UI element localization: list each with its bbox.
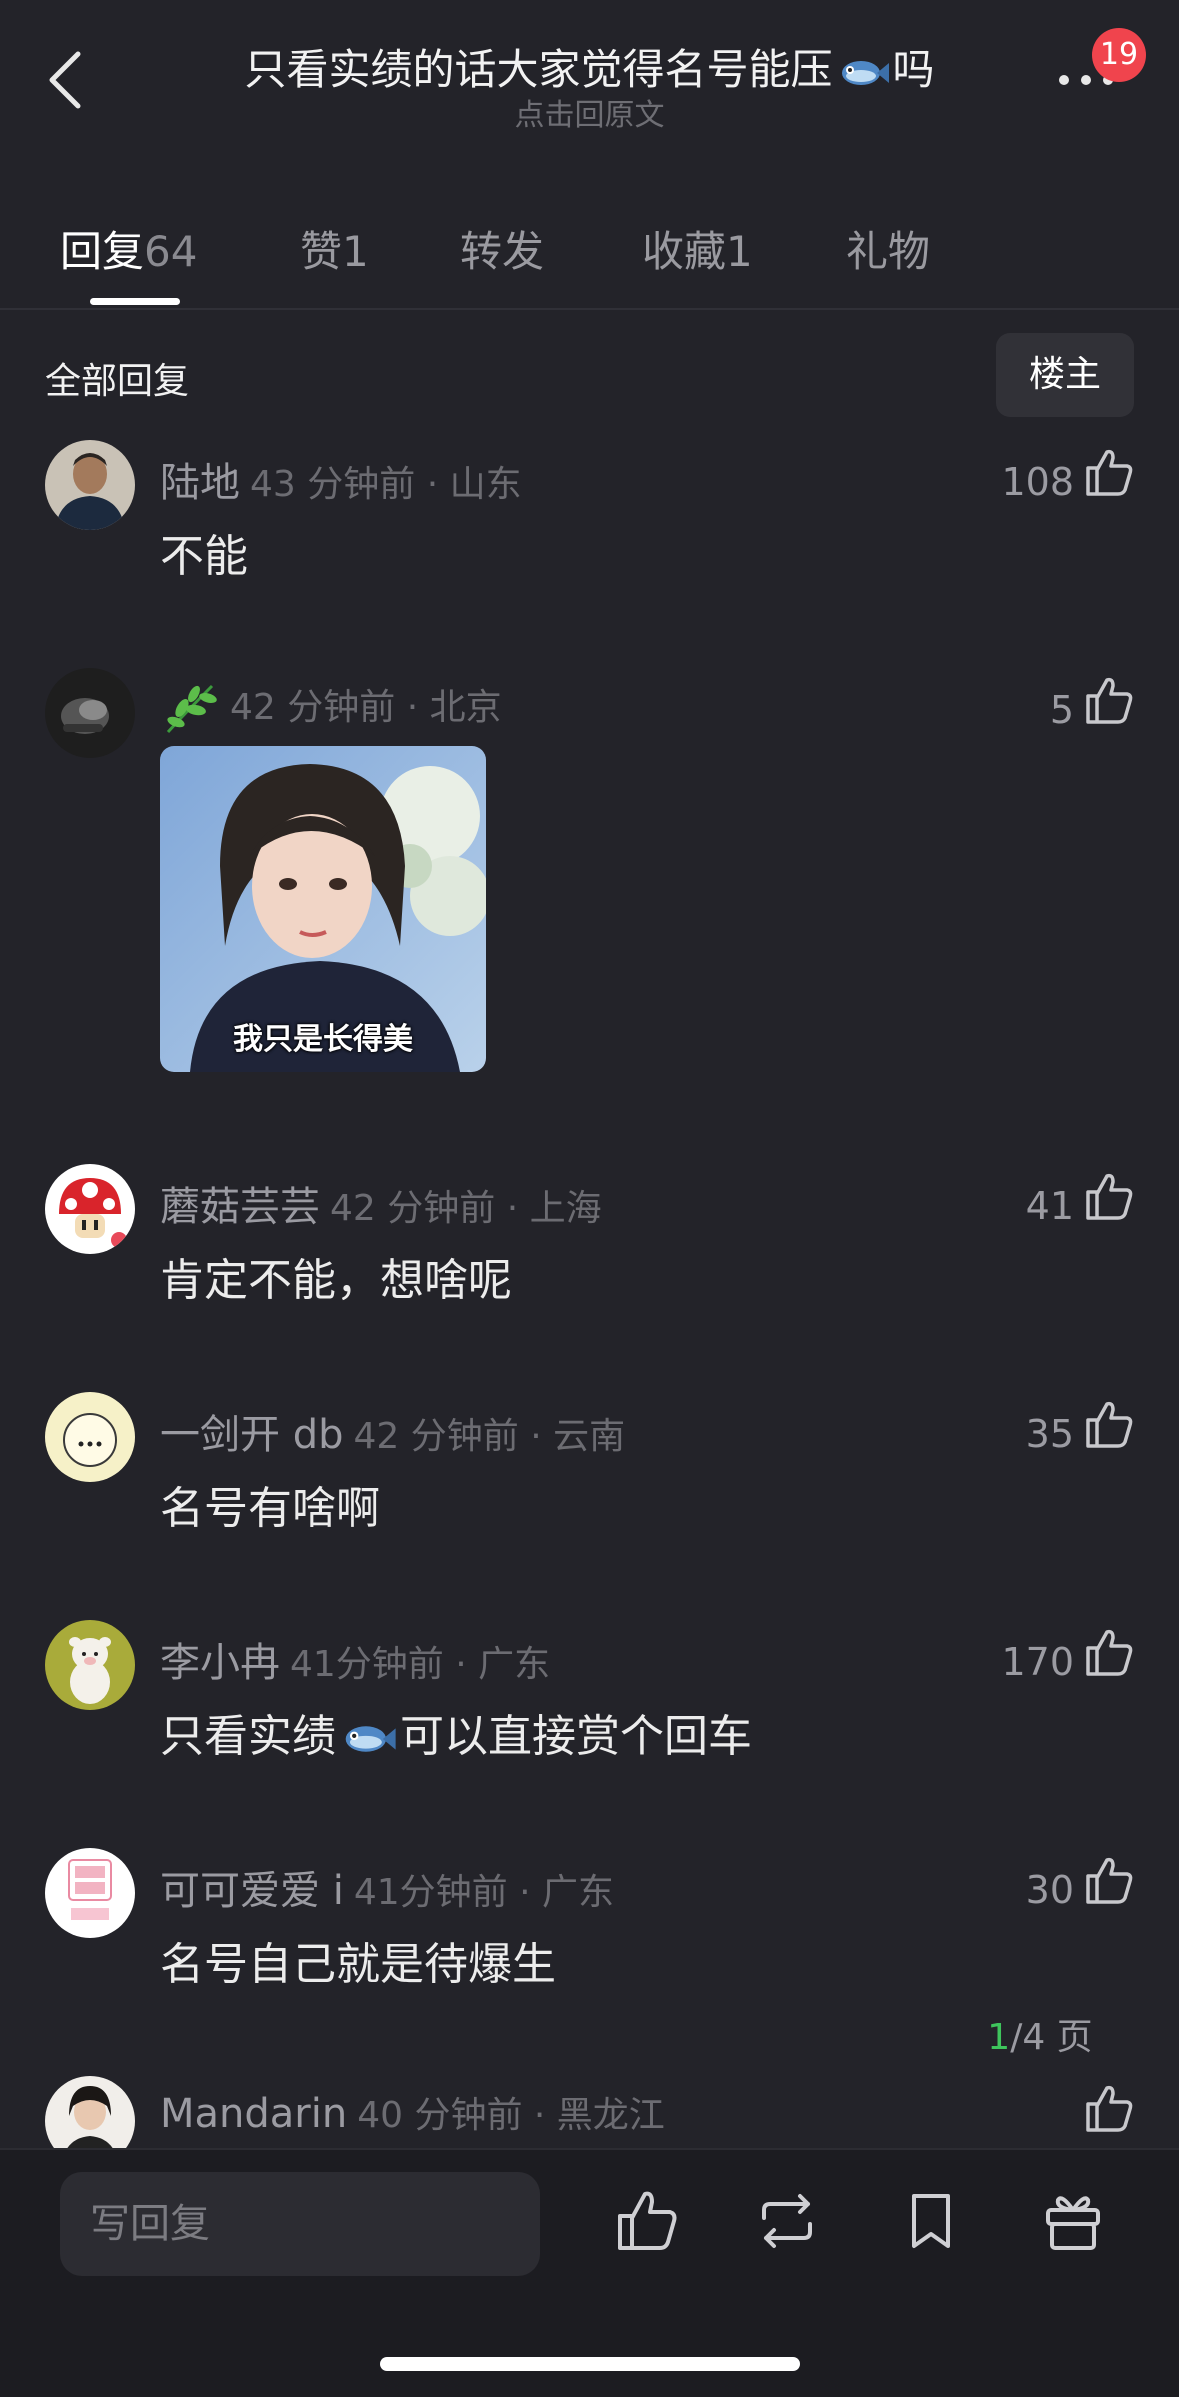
like-count: 108	[1001, 460, 1074, 504]
like-count: 35	[1025, 1412, 1074, 1456]
gift-icon[interactable]	[1040, 2188, 1106, 2254]
comment-meta: 42 分钟前 · 北京	[160, 678, 502, 736]
like-count: 30	[1025, 1868, 1074, 1912]
comment-time-location: 42 分钟前 · 上海	[330, 1188, 602, 1229]
comment-item: 李小冉 41分钟前 · 广东 170 只看实绩 可以直接赏个回车	[0, 1620, 1179, 1770]
comment-time-location: 43 分钟前 · 山东	[250, 464, 522, 505]
view-original-link[interactable]: 点击回原文	[0, 90, 1179, 134]
thumbs-up-icon[interactable]	[1084, 1398, 1134, 1450]
tab-gifts[interactable]: 礼物	[846, 218, 930, 279]
comment-text-part: 只看实绩	[160, 1711, 336, 1762]
op-only-button[interactable]: 楼主	[996, 333, 1134, 417]
leaf-emoji-icon	[166, 684, 217, 734]
comment-item: 可可爱爱 i 41分钟前 · 广东 30 名号自己就是待爆生	[0, 1848, 1179, 1998]
reply-input[interactable]: 写回复	[60, 2172, 540, 2276]
comment-meta: 蘑菇芸芸 42 分钟前 · 上海	[160, 1174, 602, 1232]
tab-favorites[interactable]: 收藏1	[642, 218, 753, 279]
comment-item: Mandarin 40 分钟前 · 黑龙江	[0, 2076, 1179, 2148]
comment-text: 只看实绩 可以直接赏个回车	[160, 1700, 752, 1764]
comment-text: 名号有啥啊	[160, 1483, 380, 1534]
comment-time-location: 41分钟前 · 广东	[290, 1644, 551, 1685]
comment-author[interactable]: 可可爱爱 i	[160, 1868, 344, 1914]
comment-author[interactable]: 陆地	[160, 460, 240, 506]
comment-image[interactable]: 我只是长得美	[160, 746, 486, 1072]
like-count: 5	[1049, 688, 1074, 732]
repost-icon[interactable]	[754, 2188, 820, 2254]
total-pages: /4 页	[1010, 2017, 1093, 2058]
comment-meta: Mandarin 40 分钟前 · 黑龙江	[160, 2086, 665, 2138]
like-icon[interactable]	[614, 2188, 680, 2254]
comment-time-location: 40 分钟前 · 黑龙江	[357, 2095, 665, 2136]
current-page: 1	[987, 2017, 1011, 2058]
comment-author[interactable]: 蘑菇芸芸	[160, 1184, 320, 1230]
comment-author[interactable]: Mandarin	[160, 2091, 347, 2137]
fish-emoji-icon	[345, 1726, 396, 1752]
home-indicator	[380, 2357, 800, 2371]
comment-meta: 可可爱爱 i 41分钟前 · 广东	[160, 1858, 614, 1916]
thumbs-up-icon[interactable]	[1084, 674, 1134, 726]
page-indicator[interactable]: 1/4 页	[950, 2008, 1130, 2068]
comment-item: 蘑菇芸芸 42 分钟前 · 上海 41 肯定不能，想啥呢	[0, 1164, 1179, 1314]
avatar[interactable]	[45, 1620, 135, 1710]
comment-time-location: 42 分钟前 · 北京	[230, 687, 502, 728]
all-replies-label: 全部回复	[45, 361, 190, 402]
thumbs-up-icon[interactable]	[1084, 1170, 1134, 1222]
fish-emoji-icon	[841, 60, 889, 85]
comment-time-location: 42 分钟前 · 云南	[353, 1416, 626, 1457]
comment-author[interactable]: 李小冉	[160, 1640, 280, 1686]
comment-text: 不能	[160, 531, 248, 582]
post-title[interactable]: 只看实绩的话大家觉得名号能压 吗	[120, 36, 1059, 97]
tab-bar: 回复64 赞1 转发 收藏1 礼物	[0, 210, 1179, 310]
avatar[interactable]	[45, 2076, 135, 2148]
comment-time-location: 41分钟前 · 广东	[353, 1872, 614, 1913]
like-count: 170	[1001, 1640, 1074, 1684]
avatar[interactable]	[45, 668, 135, 758]
post-title-text: 只看实绩的话大家觉得名号能压	[244, 45, 833, 94]
thumbs-up-icon[interactable]	[1084, 446, 1134, 498]
comment-meta: 一剑开 db 42 分钟前 · 云南	[160, 1402, 625, 1460]
thumbs-up-icon[interactable]	[1084, 2082, 1134, 2134]
avatar[interactable]	[45, 1164, 135, 1254]
comment-text: 名号自己就是待爆生	[160, 1939, 556, 1990]
comment-meta: 陆地 43 分钟前 · 山东	[160, 450, 522, 508]
notification-badge: 19	[1092, 28, 1146, 82]
comment-item: 一剑开 db 42 分钟前 · 云南 35 名号有啥啊	[0, 1392, 1179, 1542]
comment-author[interactable]: 一剑开 db	[160, 1412, 344, 1458]
tab-reposts[interactable]: 转发	[460, 218, 544, 279]
like-count: 41	[1025, 1184, 1074, 1228]
active-tab-indicator	[90, 298, 180, 305]
comment-meta: 李小冉 41分钟前 · 广东	[160, 1630, 550, 1688]
avatar[interactable]	[45, 1848, 135, 1938]
thumbs-up-icon[interactable]	[1084, 1626, 1134, 1678]
avatar[interactable]	[45, 1392, 135, 1482]
bookmark-icon[interactable]	[898, 2188, 964, 2254]
comment-item: 42 分钟前 · 北京 5 我只是长得美	[0, 668, 1179, 1088]
header: 只看实绩的话大家觉得名号能压 吗 点击回原文 19	[0, 0, 1179, 150]
thumbs-up-icon[interactable]	[1084, 1854, 1134, 1906]
comment-text-part: 可以直接赏个回车	[400, 1711, 752, 1762]
post-title-suffix: 吗	[892, 45, 935, 94]
image-caption: 我只是长得美	[233, 1022, 413, 1057]
tab-replies[interactable]: 回复64	[60, 218, 197, 279]
comment-item: 陆地 43 分钟前 · 山东 108 不能	[0, 440, 1179, 590]
avatar[interactable]	[45, 440, 135, 530]
comment-text: 肯定不能，想啥呢	[160, 1255, 512, 1306]
tab-likes[interactable]: 赞1	[300, 218, 369, 279]
